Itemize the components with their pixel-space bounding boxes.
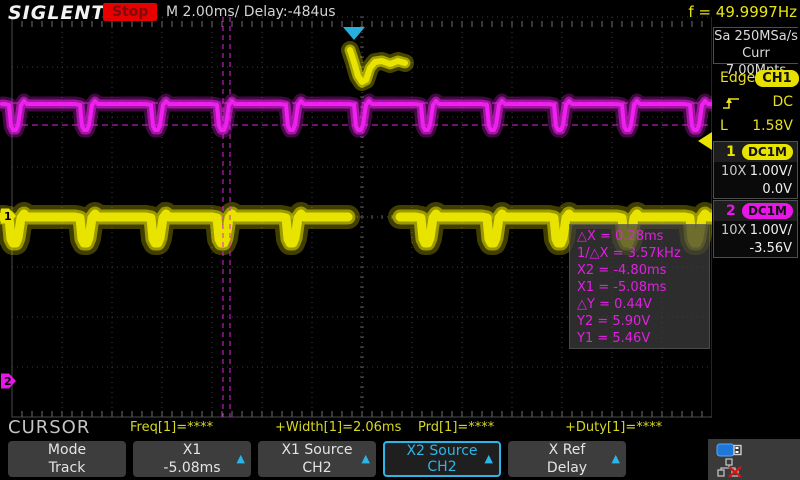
usb-icon — [716, 442, 750, 458]
trigger-position-marker — [343, 27, 365, 40]
cursor-mode-label: CURSOR — [8, 417, 90, 438]
softkey-label-top: X1 — [133, 441, 251, 459]
channel2-offset: -3.56V — [749, 241, 792, 256]
cursor-readout-line: Y1 = 5.46V — [577, 330, 709, 347]
channel1-probe: 10X — [721, 164, 746, 179]
softkey-label-top: X2 Source — [385, 443, 499, 459]
lan-disconnected-icon — [716, 458, 750, 478]
rising-edge-icon — [720, 94, 742, 111]
frequency-counter: f = 49.9997Hz — [688, 3, 797, 21]
cursor-readout-line: 1/△X = 3.57kHz — [577, 245, 709, 262]
channel1-scale: 1.00V/ — [750, 164, 792, 179]
trigger-type: Edge — [720, 70, 755, 86]
sample-rate: Sa 250MSa/s — [714, 28, 798, 45]
softkey-label-bottom: CH2 — [385, 459, 499, 475]
svg-text:2: 2 — [4, 375, 12, 388]
cursor-readout-line: △Y = 0.44V — [577, 296, 709, 313]
softkey-label-bottom: CH2 — [258, 459, 376, 477]
softkey-label-top: X Ref — [508, 441, 626, 459]
channel2-coupling-badge: DC1M — [742, 203, 793, 219]
run-state-badge[interactable]: Stop — [103, 3, 157, 21]
cursor-readout-line: △X = 0.28ms — [577, 228, 709, 245]
siglent-logo: SIGLENT — [8, 2, 105, 24]
softkey-label-top: Mode — [8, 441, 126, 459]
measurement-item: +Width[1]=2.06ms — [275, 420, 401, 435]
status-icon-corner — [708, 439, 800, 480]
submenu-arrow-icon: ▲ — [485, 451, 493, 467]
oscilloscope-screen: 1 2 SIGLENT Stop M 2.00ms/ Delay:-484us f… — [0, 0, 800, 480]
softkey-menu-bar: Mode Track X1 -5.08ms ▲ X1 Source CH2 ▲ … — [0, 439, 800, 480]
softkey-button-x1[interactable]: X1 -5.08ms ▲ — [133, 441, 251, 477]
submenu-arrow-icon: ▲ — [612, 450, 620, 468]
trigger-source-badge: CH1 — [755, 70, 798, 87]
right-sidebar: Sa 250MSa/s Curr 7.00Mpts Edge CH1 DC L … — [712, 0, 800, 480]
softkey-label-bottom: Delay — [508, 459, 626, 477]
channel1-number: 1 — [726, 144, 736, 160]
channel2-scale: 1.00V/ — [750, 223, 792, 238]
channel2-panel[interactable]: 2 DC1M 10X 1.00V/ -3.56V — [713, 200, 798, 258]
trigger-coupling: DC — [772, 94, 793, 110]
softkey-label-bottom: Track — [8, 459, 126, 477]
cursor-readout-line: X1 = -5.08ms — [577, 279, 709, 296]
channel1-panel[interactable]: 1 DC1M 10X 1.00V/ 0.0V — [713, 141, 798, 199]
timebase-readout: M 2.00ms/ Delay:-484us — [166, 4, 336, 20]
trigger-level-label: L — [720, 118, 728, 134]
trigger-level-value: 1.58V — [752, 118, 793, 134]
trigger-panel: Edge CH1 DC L 1.58V — [713, 66, 798, 138]
measurement-row: CURSOR Freq[1]=**** +Width[1]=2.06ms Prd[1… — [0, 417, 712, 438]
channel1-coupling-badge: DC1M — [742, 144, 793, 160]
measurement-item: Freq[1]=**** — [130, 420, 213, 435]
softkey-button-x1-source[interactable]: X1 Source CH2 ▲ — [258, 441, 376, 477]
measurement-item: Prd[1]=**** — [418, 420, 494, 435]
softkey-button-x2-source[interactable]: X2 Source CH2 ▲ — [383, 441, 501, 477]
softkey-label-bottom: -5.08ms — [133, 459, 251, 477]
softkey-button-mode[interactable]: Mode Track — [8, 441, 126, 477]
top-bar: SIGLENT Stop M 2.00ms/ Delay:-484us f = … — [0, 0, 800, 26]
acquisition-panel: Sa 250MSa/s Curr 7.00Mpts — [713, 27, 798, 64]
softkey-label-top: X1 Source — [258, 441, 376, 459]
cursor-readout-line: X2 = -4.80ms — [577, 262, 709, 279]
channel2-number: 2 — [726, 203, 736, 219]
channel1-offset: 0.0V — [762, 182, 792, 197]
cursor-readout-box: △X = 0.28ms1/△X = 3.57kHzX2 = -4.80msX1 … — [569, 224, 710, 349]
submenu-arrow-icon: ▲ — [237, 450, 245, 468]
cursor-readout-line: Y2 = 5.90V — [577, 313, 709, 330]
svg-text:1: 1 — [4, 210, 12, 223]
measurement-item: +Duty[1]=**** — [565, 420, 662, 435]
softkey-button-x-ref[interactable]: X Ref Delay ▲ — [508, 441, 626, 477]
submenu-arrow-icon: ▲ — [362, 450, 370, 468]
channel2-probe: 10X — [721, 223, 746, 238]
